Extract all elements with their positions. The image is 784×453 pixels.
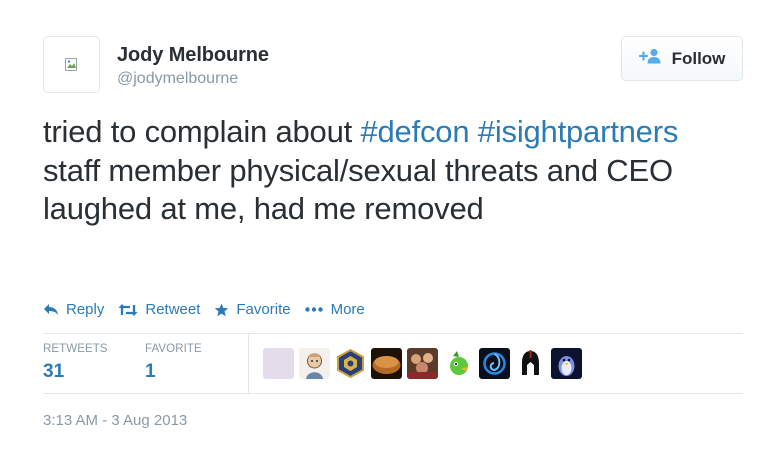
- add-user-icon: [638, 48, 663, 69]
- author-avatar[interactable]: [43, 36, 100, 93]
- retweet-label: Retweet: [145, 301, 201, 318]
- favoriter-avatar-2[interactable]: [299, 348, 330, 379]
- divider: [43, 393, 743, 394]
- tweet-actions: Reply Retweet Favorite More: [43, 301, 379, 318]
- tweet-timestamp[interactable]: 3:13 AM - 3 Aug 2013: [43, 412, 187, 429]
- favoriter-avatar-6[interactable]: [443, 348, 474, 379]
- author-name[interactable]: Jody Melbourne: [117, 44, 269, 67]
- retweets-count: 31: [43, 361, 65, 382]
- broken-image-icon: [64, 57, 79, 72]
- retweet-button[interactable]: Retweet: [118, 301, 200, 318]
- favorite-label: Favorite: [236, 301, 291, 318]
- star-icon: [214, 303, 229, 317]
- favoriter-avatar-1[interactable]: [263, 348, 294, 379]
- retweet-icon: [118, 303, 138, 317]
- favorites-label: FAVORITE: [145, 343, 202, 355]
- hashtag-defcon[interactable]: #defcon: [360, 114, 469, 149]
- retweets-label: RETWEETS: [43, 343, 108, 355]
- favoriter-avatar-8[interactable]: [515, 348, 546, 379]
- favoriter-avatar-7[interactable]: [479, 348, 510, 379]
- hashtag-isightpartners[interactable]: #isightpartners: [478, 114, 679, 149]
- more-dots-icon: [304, 307, 323, 312]
- favoriters-avatars: [263, 348, 582, 379]
- reply-label: Reply: [66, 301, 105, 318]
- author-handle[interactable]: @jodymelbourne: [117, 70, 238, 88]
- favoriter-avatar-9[interactable]: [551, 348, 582, 379]
- favorite-button[interactable]: Favorite: [214, 301, 291, 318]
- more-label: More: [330, 301, 365, 318]
- favorites-stat[interactable]: FAVORITE 1: [145, 343, 202, 383]
- reply-icon: [43, 303, 59, 316]
- tweet-text: tried to complain about #defcon #isightp…: [43, 113, 743, 229]
- favoriter-avatar-5[interactable]: [407, 348, 438, 379]
- follow-button[interactable]: Follow: [621, 36, 743, 81]
- stats-separator: [248, 334, 249, 393]
- follow-button-label: Follow: [671, 48, 726, 68]
- divider: [43, 333, 743, 334]
- tweet-text-segment: tried to complain about: [43, 114, 361, 149]
- reply-button[interactable]: Reply: [43, 301, 104, 318]
- retweets-stat[interactable]: RETWEETS 31: [43, 343, 108, 383]
- favorites-count: 1: [145, 361, 156, 382]
- more-button[interactable]: More: [304, 301, 365, 318]
- tweet-text-segment: [469, 114, 477, 149]
- favoriter-avatar-3[interactable]: [335, 348, 366, 379]
- tweet-text-segment: staff member physical/sexual threats and…: [43, 152, 673, 227]
- favoriter-avatar-4[interactable]: [371, 348, 402, 379]
